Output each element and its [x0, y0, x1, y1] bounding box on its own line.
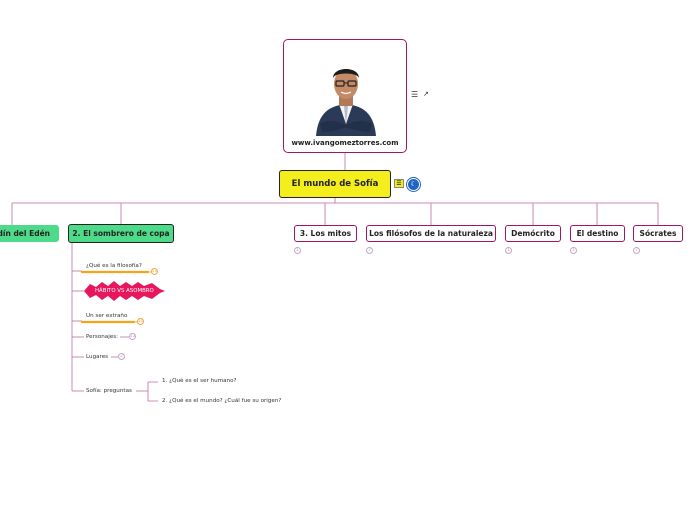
- notes-icon[interactable]: ☰: [394, 179, 404, 188]
- subtopic-que-es-filosofia[interactable]: ¿Qué es la filosofía?: [86, 263, 142, 269]
- subtopic-lugares[interactable]: Lugares: [86, 354, 108, 360]
- topic-filosofos-naturaleza[interactable]: Los filósofos de la naturaleza: [366, 225, 496, 242]
- collapsed-count-badge[interactable]: 10: [137, 318, 144, 325]
- topic-jardin-del-eden[interactable]: Jardín del Edén: [0, 225, 59, 242]
- topic-socrates[interactable]: Sócrates: [633, 225, 683, 242]
- collapsed-count-badge[interactable]: 1: [294, 247, 301, 254]
- notes-icon[interactable]: ☰: [411, 90, 418, 99]
- collapsed-count-badge[interactable]: 7: [633, 247, 640, 254]
- subtopic-personajes[interactable]: Personajes:: [86, 334, 118, 340]
- collapsed-count-badge[interactable]: 11: [151, 268, 158, 275]
- topic-democrito[interactable]: Demócrito: [505, 225, 561, 242]
- person-photo: [316, 69, 376, 136]
- topic-sombrero-de-copa[interactable]: 2. El sombrero de copa: [68, 224, 174, 243]
- topic-el-destino[interactable]: El destino: [570, 225, 625, 242]
- question-item[interactable]: 2. ¿Qué es el mundo? ¿Cuál fue su origen…: [162, 398, 281, 404]
- mind-map-canvas: www.ivangomeztorres.com ☰ ↗ El mundo de …: [0, 0, 697, 520]
- external-link-icon[interactable]: ↗: [423, 90, 429, 98]
- image-caption[interactable]: www.ivangomeztorres.com: [284, 139, 406, 147]
- subtopic-habito-vs-asombro[interactable]: HÁBITO VS ASOMBRO: [95, 288, 154, 294]
- subtopic-un-ser-extrano[interactable]: Un ser extraño: [86, 313, 127, 319]
- question-item[interactable]: 1. ¿Qué es el ser humano?: [162, 378, 237, 384]
- central-title: El mundo de Sofía: [291, 179, 379, 189]
- collapsed-count-badge[interactable]: 1: [505, 247, 512, 254]
- collapsed-count-badge[interactable]: 2: [118, 353, 125, 360]
- moon-icon[interactable]: ☾: [407, 178, 420, 191]
- central-topic[interactable]: El mundo de Sofía: [279, 170, 391, 198]
- image-card[interactable]: www.ivangomeztorres.com: [283, 39, 407, 153]
- collapsed-count-badge[interactable]: 13: [129, 333, 136, 340]
- topic-los-mitos[interactable]: 3. Los mitos: [294, 225, 357, 242]
- collapsed-count-badge[interactable]: 1: [570, 247, 577, 254]
- subtopic-sofia-preguntas[interactable]: Sofía: preguntas: [86, 388, 132, 394]
- collapsed-count-badge[interactable]: 7: [366, 247, 373, 254]
